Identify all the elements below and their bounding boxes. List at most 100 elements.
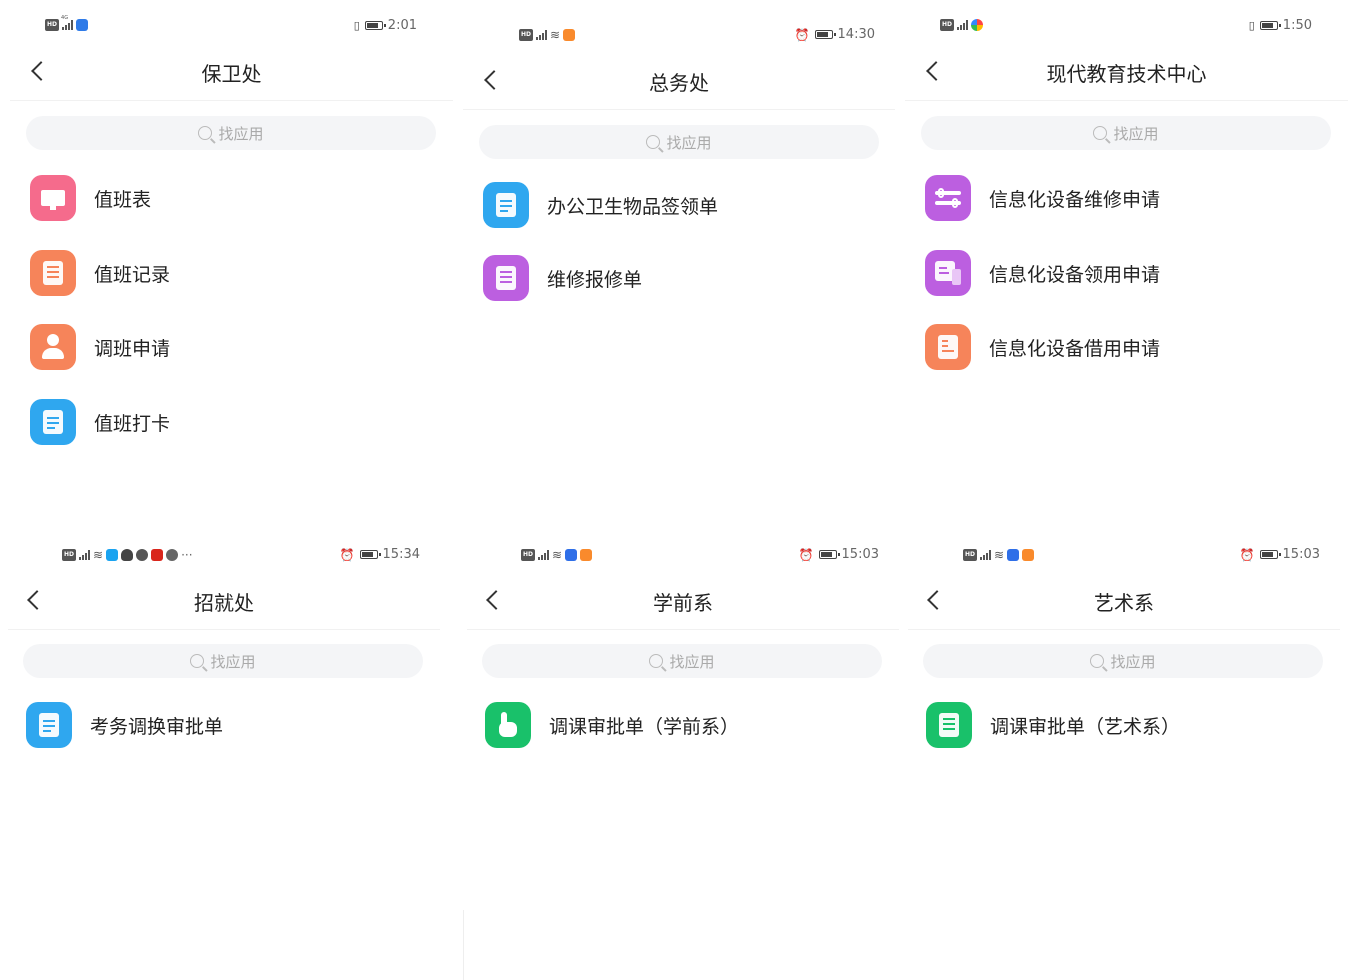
clipboard-icon [26, 702, 72, 748]
battery-icon [818, 550, 840, 559]
battery-icon [1259, 550, 1281, 559]
panel-preschool-dept: HD ≋ ⏰ 15:03 学前系 找应用 调课审批单（学前系） [467, 529, 899, 980]
signal-icon [79, 550, 91, 560]
item-label: 信息化设备借用申请 [989, 337, 1161, 360]
page-title: 总务处 [649, 71, 709, 95]
hd-icon: HD [62, 549, 77, 561]
list-item[interactable]: 信息化设备领用申请 [925, 250, 1160, 296]
status-bar: HD ▯ 1:50 [905, 0, 1348, 33]
page-header: 总务处 [463, 59, 895, 110]
item-label: 考务调换审批单 [90, 715, 224, 738]
item-label: 信息化设备维修申请 [989, 188, 1161, 211]
alarm-icon: ⏰ [1239, 547, 1255, 562]
app-notification-icon [121, 549, 134, 561]
item-label: 维修报修单 [547, 268, 643, 291]
list-item[interactable]: 值班打卡 [30, 399, 170, 445]
status-time: 15:03 [841, 547, 879, 562]
search-icon [1090, 654, 1105, 668]
app-notification-icon [166, 549, 179, 561]
search-input[interactable]: 找应用 [921, 116, 1331, 150]
notebook-icon [483, 255, 529, 301]
hd-icon: HD [45, 19, 60, 31]
item-label: 值班表 [94, 188, 152, 211]
hd-icon: HD [519, 29, 534, 41]
battery-icon [359, 550, 381, 559]
list-item[interactable]: 信息化设备借用申请 [925, 324, 1160, 370]
item-label: 调课审批单（艺术系） [990, 715, 1181, 738]
search-icon [649, 654, 664, 668]
list-item[interactable]: 办公卫生物品签领单 [483, 182, 718, 228]
app-notification-icon [76, 19, 89, 31]
list-item[interactable]: 维修报修单 [483, 255, 642, 301]
item-label: 调班申请 [94, 337, 171, 360]
page-header: 招就处 [8, 579, 440, 630]
page-header: 艺术系 [908, 579, 1340, 630]
signal-icon: 4G [61, 15, 74, 30]
app-notification-icon [1007, 549, 1020, 561]
page-title: 艺术系 [1094, 591, 1154, 615]
app-notification-icon [565, 549, 578, 561]
search-input[interactable]: 找应用 [923, 644, 1323, 678]
app-notification-icon [151, 549, 164, 561]
item-label: 调课审批单（学前系） [549, 715, 740, 738]
alarm-icon: ⏰ [798, 547, 814, 562]
item-label: 办公卫生物品签领单 [547, 195, 719, 218]
search-placeholder: 找应用 [1110, 652, 1156, 671]
search-placeholder: 找应用 [666, 133, 712, 152]
status-bar: HD ≋ ⏰ 15:03 [467, 529, 899, 562]
item-label: 信息化设备领用申请 [989, 263, 1161, 286]
signal-icon [536, 30, 548, 40]
page-title: 现代教育技术中心 [1046, 62, 1207, 86]
page-title: 学前系 [653, 591, 713, 615]
hd-icon: HD [963, 549, 978, 561]
alarm-icon: ⏰ [339, 547, 355, 562]
signal-icon [980, 550, 992, 560]
page-title: 招就处 [194, 591, 254, 615]
list-item[interactable]: 值班记录 [30, 250, 170, 296]
list-item[interactable]: 信息化设备维修申请 [925, 175, 1160, 221]
battery-icon [814, 30, 836, 39]
search-placeholder: 找应用 [1113, 124, 1159, 143]
hd-icon: HD [521, 549, 536, 561]
status-time: 15:03 [1282, 547, 1320, 562]
search-input[interactable]: 找应用 [479, 125, 879, 159]
app-notification-icon [971, 19, 984, 31]
panel-general-affairs: HD ≋ ⏰ 14:30 总务处 找应用 办公卫生物品签领单 维修报修单 [463, 9, 895, 519]
clipboard-icon [30, 399, 76, 445]
search-input[interactable]: 找应用 [23, 644, 423, 678]
list-item[interactable]: 调班申请 [30, 324, 170, 370]
status-bar: HD ≋ ⏰ 15:03 [908, 529, 1340, 562]
more-icon: ··· [181, 548, 193, 562]
search-placeholder: 找应用 [669, 652, 715, 671]
list-item[interactable]: 值班表 [30, 175, 151, 221]
search-input[interactable]: 找应用 [26, 116, 436, 150]
item-label: 值班记录 [94, 263, 171, 286]
wifi-icon: ≋ [93, 548, 104, 562]
status-bar: HD ≋ ··· ⏰ 15:34 [8, 529, 440, 562]
signal-icon [957, 20, 969, 30]
vibrate-icon: ▯ [353, 19, 360, 32]
list-item[interactable]: 调课审批单（学前系） [485, 702, 739, 748]
status-bar: HD ≋ ⏰ 14:30 [463, 9, 895, 42]
app-notification-icon [580, 549, 593, 561]
person-icon [30, 324, 76, 370]
search-icon [646, 135, 661, 149]
alarm-icon: ⏰ [794, 27, 810, 42]
item-label: 值班打卡 [94, 412, 171, 435]
search-placeholder: 找应用 [218, 124, 264, 143]
list-item[interactable]: 考务调换审批单 [26, 702, 223, 748]
list-item[interactable]: 调课审批单（艺术系） [926, 702, 1180, 748]
battery-icon [1259, 21, 1281, 30]
page-title: 保卫处 [201, 62, 262, 86]
panel-divider [463, 910, 464, 980]
page-header: 学前系 [467, 579, 899, 630]
status-time: 14:30 [837, 27, 875, 42]
vibrate-icon: ▯ [1248, 19, 1255, 32]
search-icon [198, 126, 213, 140]
app-notification-icon [563, 29, 576, 41]
search-input[interactable]: 找应用 [482, 644, 882, 678]
monitor-icon [30, 175, 76, 221]
panel-admissions: HD ≋ ··· ⏰ 15:34 招就处 找应用 考务调换审批单 [8, 529, 440, 980]
page-header: 保卫处 [10, 50, 453, 101]
status-time: 2:01 [387, 18, 417, 33]
